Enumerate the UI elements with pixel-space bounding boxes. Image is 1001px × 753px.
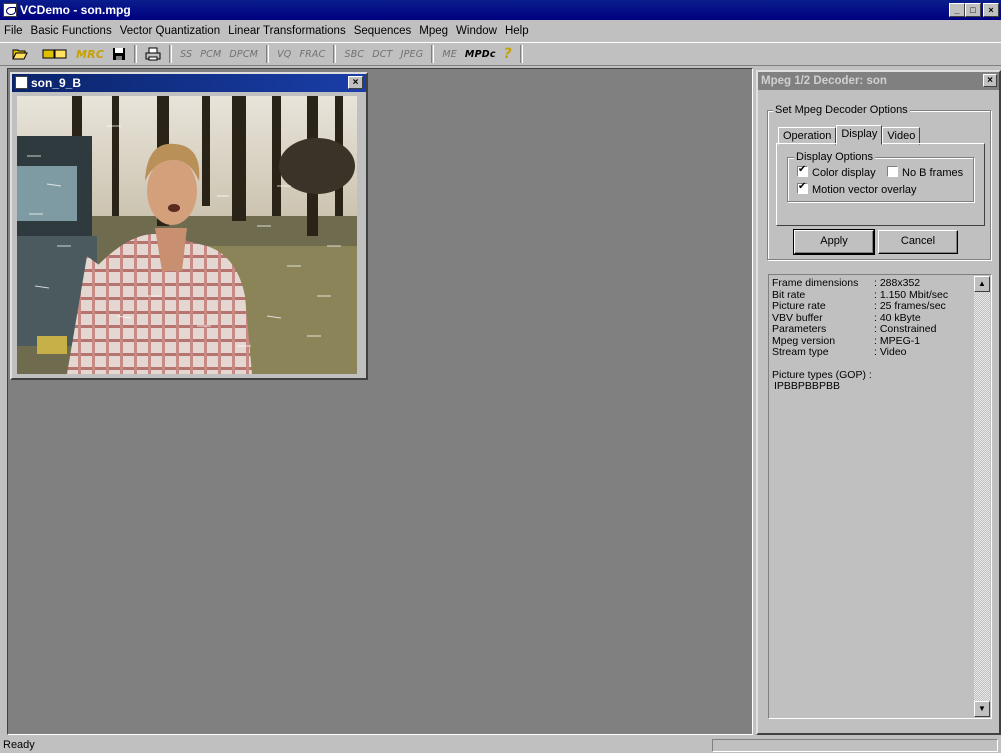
toolbar-separator — [134, 45, 138, 63]
video-window-close-button[interactable]: × — [348, 76, 363, 89]
app-title: VCDemo - son.mpg — [20, 3, 131, 17]
pcm-button[interactable]: PCM — [196, 45, 225, 63]
video-window-title-bar[interactable]: son_9_B × — [12, 74, 366, 92]
toolbar-separator — [431, 45, 435, 63]
info-row-frame-dimensions: Frame dimensions: 288x352 — [772, 277, 921, 289]
minimize-button[interactable]: _ — [949, 3, 965, 17]
status-pane — [712, 739, 998, 752]
menu-linear-transformations[interactable]: Linear Transformations — [224, 25, 350, 37]
mpdc-button[interactable]: MPDc — [461, 45, 500, 63]
menu-basic-functions[interactable]: Basic Functions — [27, 25, 116, 37]
me-button[interactable]: ME — [438, 45, 461, 63]
toolbar-separator — [519, 45, 523, 63]
document-icon — [15, 76, 28, 89]
mpeg-decoder-dialog: Mpeg 1/2 Decoder: son × Set Mpeg Decoder… — [756, 70, 1001, 735]
dpcm-button[interactable]: DPCM — [225, 45, 262, 63]
decoder-tabs: Operation Display Video — [778, 125, 921, 145]
motion-vector-overlay-checkbox[interactable]: Motion vector overlay — [797, 181, 917, 196]
toolbar-separator — [333, 45, 337, 63]
menu-window[interactable]: Window — [452, 25, 501, 37]
video-window-title: son_9_B — [31, 76, 82, 90]
toolbar-separator — [266, 45, 270, 63]
decoder-close-button[interactable]: × — [983, 74, 997, 87]
cancel-button[interactable]: Cancel — [878, 230, 958, 254]
no-b-frames-checkbox[interactable]: No B frames — [887, 166, 963, 179]
dct-button[interactable]: DCT — [368, 45, 396, 63]
decoder-title: Mpeg 1/2 Decoder: son — [761, 75, 887, 87]
toolbar: MRC SS PCM DPCM VQ FRAC SBC DCT JPEG ME … — [0, 42, 1001, 66]
menu-file[interactable]: File — [0, 25, 27, 37]
help-question-icon[interactable]: ? — [500, 45, 516, 63]
menu-bar: File Basic Functions Vector Quantization… — [0, 21, 1001, 41]
app-icon[interactable] — [3, 3, 17, 17]
status-bar: Ready — [0, 737, 1001, 753]
toolbar-separator — [169, 45, 173, 63]
tab-display[interactable]: Display — [836, 125, 883, 145]
info-row-stream-type: Stream type: Video — [772, 346, 907, 358]
color-display-check[interactable] — [797, 164, 808, 177]
window-controls: _ □ × — [949, 3, 999, 17]
main-title-bar: VCDemo - son.mpg _ □ × — [0, 0, 1001, 20]
display-options-label: Display Options — [794, 151, 876, 163]
frac-button[interactable]: FRAC — [295, 45, 329, 63]
no-b-frames-label: No B frames — [902, 167, 964, 179]
apply-button[interactable]: Apply — [793, 229, 875, 255]
scroll-up-arrow-icon[interactable]: ▲ — [974, 276, 990, 292]
stream-info-box: Frame dimensions: 288x352 Bit rate: 1.15… — [768, 274, 992, 719]
open-sequence-icon[interactable] — [38, 45, 72, 63]
no-b-frames-check[interactable] — [887, 166, 898, 177]
menu-mpeg[interactable]: Mpeg — [415, 25, 452, 37]
video-frame-window: son_9_B × — [10, 72, 368, 380]
motion-vector-overlay-label: Motion vector overlay — [812, 184, 917, 196]
color-display-checkbox[interactable]: Color display — [797, 164, 876, 179]
sbc-button[interactable]: SBC — [340, 45, 368, 63]
status-text: Ready — [3, 739, 35, 751]
menu-help[interactable]: Help — [501, 25, 533, 37]
mrc-button[interactable]: MRC — [72, 45, 108, 63]
printer-icon[interactable] — [141, 45, 165, 63]
close-button[interactable]: × — [983, 3, 999, 17]
info-row-picture-rate: Picture rate: 25 frames/sec — [772, 300, 946, 312]
jpeg-button[interactable]: JPEG — [397, 45, 428, 63]
video-frame-picture — [17, 96, 357, 374]
picture-types-value: IPBBPBBPBB — [774, 380, 840, 392]
folder-open-icon[interactable] — [8, 45, 32, 63]
floppy-disk-icon[interactable] — [108, 45, 130, 63]
ss-button[interactable]: SS — [176, 45, 196, 63]
vq-button[interactable]: VQ — [273, 45, 295, 63]
display-tab-panel: Display Options Color display No B frame… — [776, 143, 985, 226]
maximize-button[interactable]: □ — [965, 3, 981, 17]
decoded-video-frame — [17, 96, 357, 374]
scroll-down-arrow-icon[interactable]: ▼ — [974, 701, 990, 717]
decoder-title-bar[interactable]: Mpeg 1/2 Decoder: son × — [758, 72, 999, 90]
color-display-label: Color display — [812, 167, 876, 179]
motion-vector-overlay-check[interactable] — [797, 181, 808, 194]
info-scrollbar[interactable]: ▲ ▼ — [974, 276, 990, 717]
menu-sequences[interactable]: Sequences — [350, 25, 416, 37]
menu-vector-quantization[interactable]: Vector Quantization — [116, 25, 224, 37]
stream-info-text: Frame dimensions: 288x352 Bit rate: 1.15… — [772, 277, 974, 715]
decoder-options-label: Set Mpeg Decoder Options — [773, 104, 910, 116]
info-row-parameters: Parameters: Constrained — [772, 323, 937, 335]
